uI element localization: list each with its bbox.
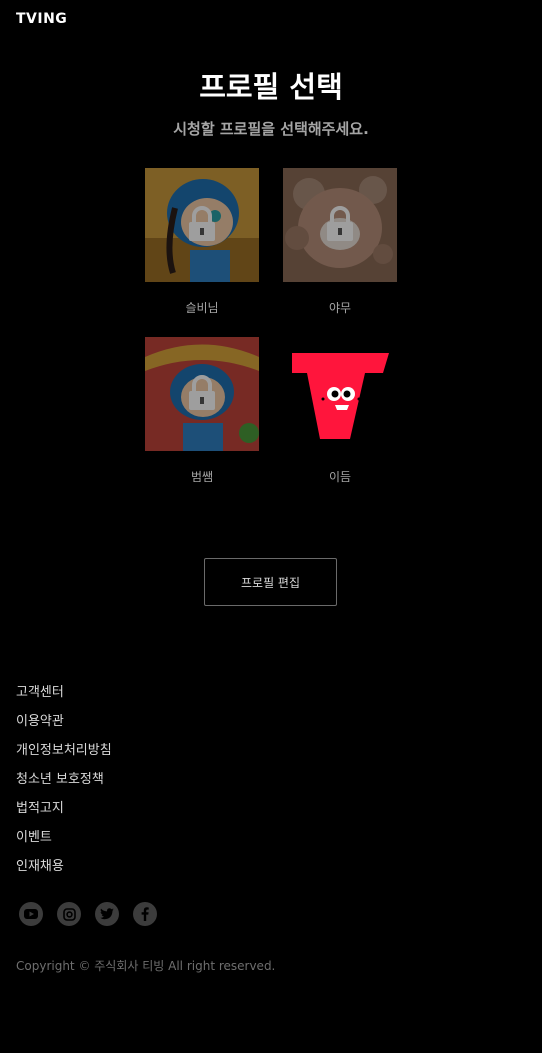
- footer-link-careers[interactable]: 인재채용: [16, 858, 112, 887]
- tving-logo[interactable]: TVING: [16, 11, 67, 27]
- profile-avatar: [283, 168, 397, 282]
- footer-link-privacy[interactable]: 개인정보처리방침: [16, 742, 112, 771]
- profile-edit-button[interactable]: 프로필 편집: [204, 558, 337, 606]
- profile-name: 야무: [328, 301, 352, 315]
- copyright-text: Copyright © 주식회사 티빙 All right reserved.: [16, 959, 276, 973]
- footer-links: 고객센터 이용약관 개인정보처리방침 청소년 보호정책 법적고지 이벤트 인재채…: [16, 684, 112, 887]
- profile-name: 범쌤: [190, 470, 214, 484]
- profile-card-2[interactable]: 야무: [283, 168, 397, 316]
- footer-link-youth-policy[interactable]: 청소년 보호정책: [16, 771, 112, 800]
- lock-icon: [189, 206, 215, 241]
- profile-card-1[interactable]: 슬비님: [145, 168, 259, 316]
- facebook-icon[interactable]: [133, 902, 157, 926]
- footer-link-events[interactable]: 이벤트: [16, 829, 112, 858]
- lock-icon: [189, 375, 215, 410]
- lock-icon: [327, 206, 353, 241]
- profile-name: 이듬: [328, 470, 352, 484]
- page-subtitle: 시청할 프로필을 선택해주세요.: [173, 120, 369, 138]
- profile-avatar: [145, 337, 259, 451]
- profile-card-4[interactable]: 이듬: [283, 337, 397, 485]
- footer-link-terms[interactable]: 이용약관: [16, 713, 112, 742]
- profile-avatar: [283, 337, 397, 451]
- youtube-icon[interactable]: [19, 902, 43, 926]
- social-links: [19, 902, 157, 926]
- footer-link-customer-center[interactable]: 고객센터: [16, 684, 112, 713]
- page-title: 프로필 선택: [199, 70, 343, 104]
- profile-avatar: [145, 168, 259, 282]
- twitter-icon[interactable]: [95, 902, 119, 926]
- profile-name: 슬비님: [185, 301, 219, 315]
- footer-link-legal[interactable]: 법적고지: [16, 800, 112, 829]
- instagram-icon[interactable]: [57, 902, 81, 926]
- tving-character-icon: [283, 337, 397, 451]
- profile-card-3[interactable]: 범쌤: [145, 337, 259, 485]
